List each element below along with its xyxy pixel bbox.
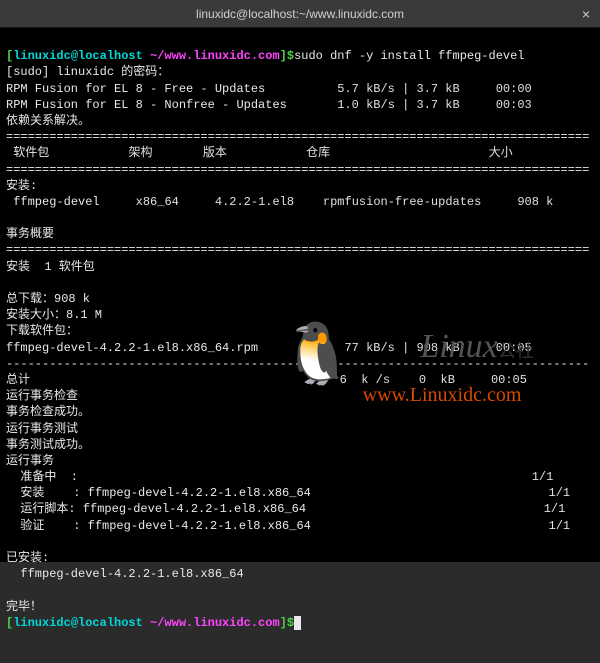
prompt2-open: [ xyxy=(6,616,13,630)
prompt-dollar: $ xyxy=(287,49,294,63)
step-verify: 验证 : ffmpeg-devel-4.2.2-1.el8.x86_64 xyxy=(20,519,310,533)
hline-2: ========================================… xyxy=(6,163,589,177)
step-verify-count: 1/1 xyxy=(549,519,571,533)
step-script: 运行脚本: ffmpeg-devel-4.2.2-1.el8.x86_64 xyxy=(20,502,306,516)
prompt2-user: linuxidc@localhost xyxy=(13,616,143,630)
step-prepare-count: 1/1 xyxy=(532,470,554,484)
run-txn: 运行事务 xyxy=(6,454,54,468)
install-hdr: 安装: xyxy=(6,179,37,193)
pkg-size: 908 k xyxy=(517,195,553,209)
txn-test-ok: 事务测试成功。 xyxy=(6,438,90,452)
txn-check: 运行事务检查 xyxy=(6,389,78,403)
done-msg: 完毕！ xyxy=(6,600,42,614)
hdr-size: 大小 xyxy=(489,146,513,160)
dep-resolve: 依赖关系解决。 xyxy=(6,114,90,128)
install-size: 安装大小：8.1 M xyxy=(6,308,102,322)
hline-1: ========================================… xyxy=(6,130,589,144)
pkg-name: ffmpeg-devel xyxy=(13,195,99,209)
prompt2-dollar: $ xyxy=(287,616,294,630)
sudo-prompt: [sudo] linuxidc 的密码： xyxy=(6,65,169,79)
repo2-name: RPM Fusion for EL 8 - Nonfree - Updates xyxy=(6,98,287,112)
step-prepare: 准备中 : xyxy=(20,470,78,484)
hdr-arch: 架构 xyxy=(128,146,152,160)
repo2-speed: 1.0 kB/s xyxy=(337,98,395,112)
download-pkg-hdr: 下载软件包： xyxy=(6,324,78,338)
prompt2-path: ~/www.linuxidc.com xyxy=(150,616,280,630)
total-download: 总下载：908 k xyxy=(6,292,90,306)
repo1-time: 00:00 xyxy=(496,82,532,96)
txn-test: 运行事务测试 xyxy=(6,422,78,436)
install-count: 安装 1 软件包 xyxy=(6,260,95,274)
prompt-path: ~/www.linuxidc.com xyxy=(150,49,280,63)
installed-hdr: 已安装: xyxy=(6,551,49,565)
pkg-ver: 4.2.2-1.el8 xyxy=(215,195,294,209)
repo1-speed: 5.7 kB/s xyxy=(337,82,395,96)
cursor-icon xyxy=(294,616,301,630)
repo2-time: 00:03 xyxy=(496,98,532,112)
total-time: 00:05 xyxy=(491,373,527,387)
dl-speed: 77 kB/s xyxy=(344,341,394,355)
hdr-repo: 仓库 xyxy=(306,146,330,160)
prompt2-close: ] xyxy=(280,616,287,630)
hdr-ver: 版本 xyxy=(203,146,227,160)
repo2-size: 3.7 kB xyxy=(417,98,460,112)
step-install: 安装 : ffmpeg-devel-4.2.2-1.el8.x86_64 xyxy=(20,486,310,500)
prompt-bracket-close: ] xyxy=(280,49,287,63)
close-icon[interactable]: × xyxy=(582,6,590,22)
hline-3: ========================================… xyxy=(6,243,589,257)
pkg-repo: rpmfusion-free-updates xyxy=(323,195,481,209)
repo1-size: 3.7 kB xyxy=(416,82,459,96)
txn-check-ok: 事务检查成功。 xyxy=(6,405,90,419)
dl-name: ffmpeg-devel-4.2.2-1.el8.x86_64.rpm xyxy=(6,341,258,355)
step-script-count: 1/1 xyxy=(544,502,566,516)
dl-time: 00:05 xyxy=(496,341,532,355)
command-1: sudo dnf -y install ffmpeg-devel xyxy=(294,49,524,63)
prompt-user: linuxidc@localhost xyxy=(13,49,143,63)
hdr-pkg: 软件包 xyxy=(13,146,49,160)
terminal-output[interactable]: [linuxidc@localhost ~/www.linuxidc.com]$… xyxy=(0,28,600,562)
installed-pkg: ffmpeg-devel-4.2.2-1.el8.x86_64 xyxy=(6,567,244,581)
repo1-name: RPM Fusion for EL 8 - Free - Updates xyxy=(6,82,265,96)
total-speed: 6 k /s xyxy=(340,373,390,387)
dashline: ----------------------------------------… xyxy=(6,357,589,371)
dl-size: 908 kB xyxy=(417,341,460,355)
step-install-count: 1/1 xyxy=(549,486,571,500)
pkg-arch: x86_64 xyxy=(136,195,179,209)
total-size: 0 kB xyxy=(412,373,455,387)
total-label: 总计 xyxy=(6,373,30,387)
window-title: linuxidc@localhost:~/www.linuxidc.com xyxy=(196,7,404,21)
summary-hdr: 事务概要 xyxy=(6,227,54,241)
window-titlebar: linuxidc@localhost:~/www.linuxidc.com × xyxy=(0,0,600,28)
